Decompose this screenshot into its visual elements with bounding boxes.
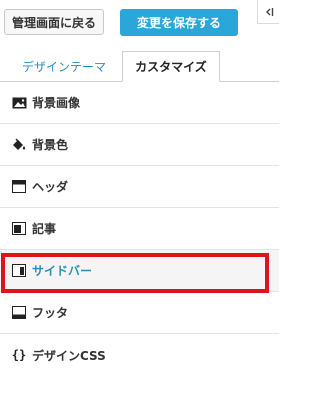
menu-item-background-color[interactable]: 背景色 <box>0 124 279 166</box>
sidebar-layout-icon <box>10 264 28 278</box>
menu-item-label: フッタ <box>32 306 69 320</box>
menu-item-header[interactable]: ヘッダ <box>0 166 279 208</box>
tab-bar: デザインテーマ カスタマイズ <box>0 48 279 82</box>
image-icon <box>10 96 28 110</box>
menu-item-label: サイドバー <box>32 264 93 278</box>
article-layout-icon <box>10 222 28 236</box>
header-layout-icon <box>10 180 28 194</box>
back-to-admin-button[interactable]: 管理画面に戻る <box>4 9 104 35</box>
menu-item-background-image[interactable]: 背景画像 <box>0 82 279 124</box>
collapse-panel-button[interactable] <box>257 0 279 24</box>
footer-layout-icon <box>10 306 28 320</box>
menu-item-article[interactable]: 記事 <box>0 208 279 250</box>
save-changes-button[interactable]: 変更を保存する <box>120 9 238 36</box>
css-braces-icon: {} <box>11 348 27 362</box>
menu-item-label: 背景色 <box>32 138 69 152</box>
menu-item-sidebar[interactable]: サイドバー <box>0 250 279 292</box>
menu-item-label: 記事 <box>32 222 57 236</box>
menu-item-footer[interactable]: フッタ <box>0 292 279 334</box>
collapse-left-icon <box>265 7 273 16</box>
menu-item-label: デザインCSS <box>32 348 106 363</box>
top-toolbar: 管理画面に戻る 変更を保存する <box>0 0 279 46</box>
menu-item-label: ヘッダ <box>32 180 69 194</box>
menu-item-design-css[interactable]: {} デザインCSS <box>0 334 279 376</box>
customize-menu: 背景画像 背景色 ヘッダ 記事 サイドバー フッタ {} デザインCSS <box>0 82 279 376</box>
tab-design-theme[interactable]: デザインテーマ <box>10 51 118 81</box>
menu-item-label: 背景画像 <box>32 96 81 110</box>
paint-bucket-icon <box>10 138 28 152</box>
tab-customize[interactable]: カスタマイズ <box>122 51 220 82</box>
